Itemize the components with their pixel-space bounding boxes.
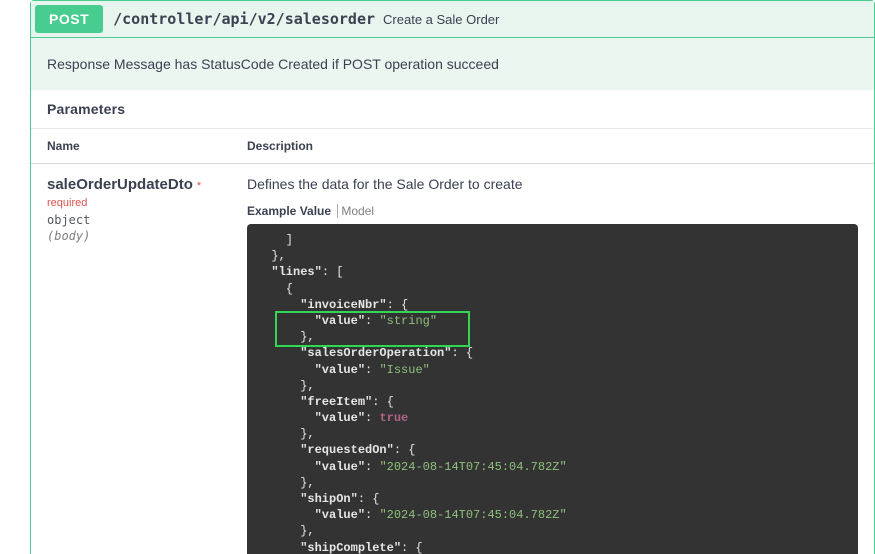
endpoint-summary: Create a Sale Order [375,12,499,27]
parameter-type: object [47,213,215,227]
operation-description: Response Message has StatusCode Created … [31,38,874,90]
tab-model[interactable]: Model [337,204,374,218]
column-header-description: Description [231,129,874,164]
endpoint-path: /controller/api/v2/salesorder [103,10,375,28]
example-value-code[interactable]: ] }, "lines": [ { "invoiceNbr": { "value… [247,224,858,554]
parameter-name: saleOrderUpdateDto [47,176,193,193]
parameter-description: Defines the data for the Sale Order to c… [247,176,858,192]
tab-example-value[interactable]: Example Value [247,204,331,218]
parameter-in: (body) [47,229,215,243]
http-method-badge: POST [35,5,103,33]
operation-summary[interactable]: POST /controller/api/v2/salesorder Creat… [31,1,874,38]
parameter-row: saleOrderUpdateDto* required object (bod… [31,164,874,554]
parameters-section-header: Parameters [31,90,874,129]
column-header-name: Name [31,129,231,164]
